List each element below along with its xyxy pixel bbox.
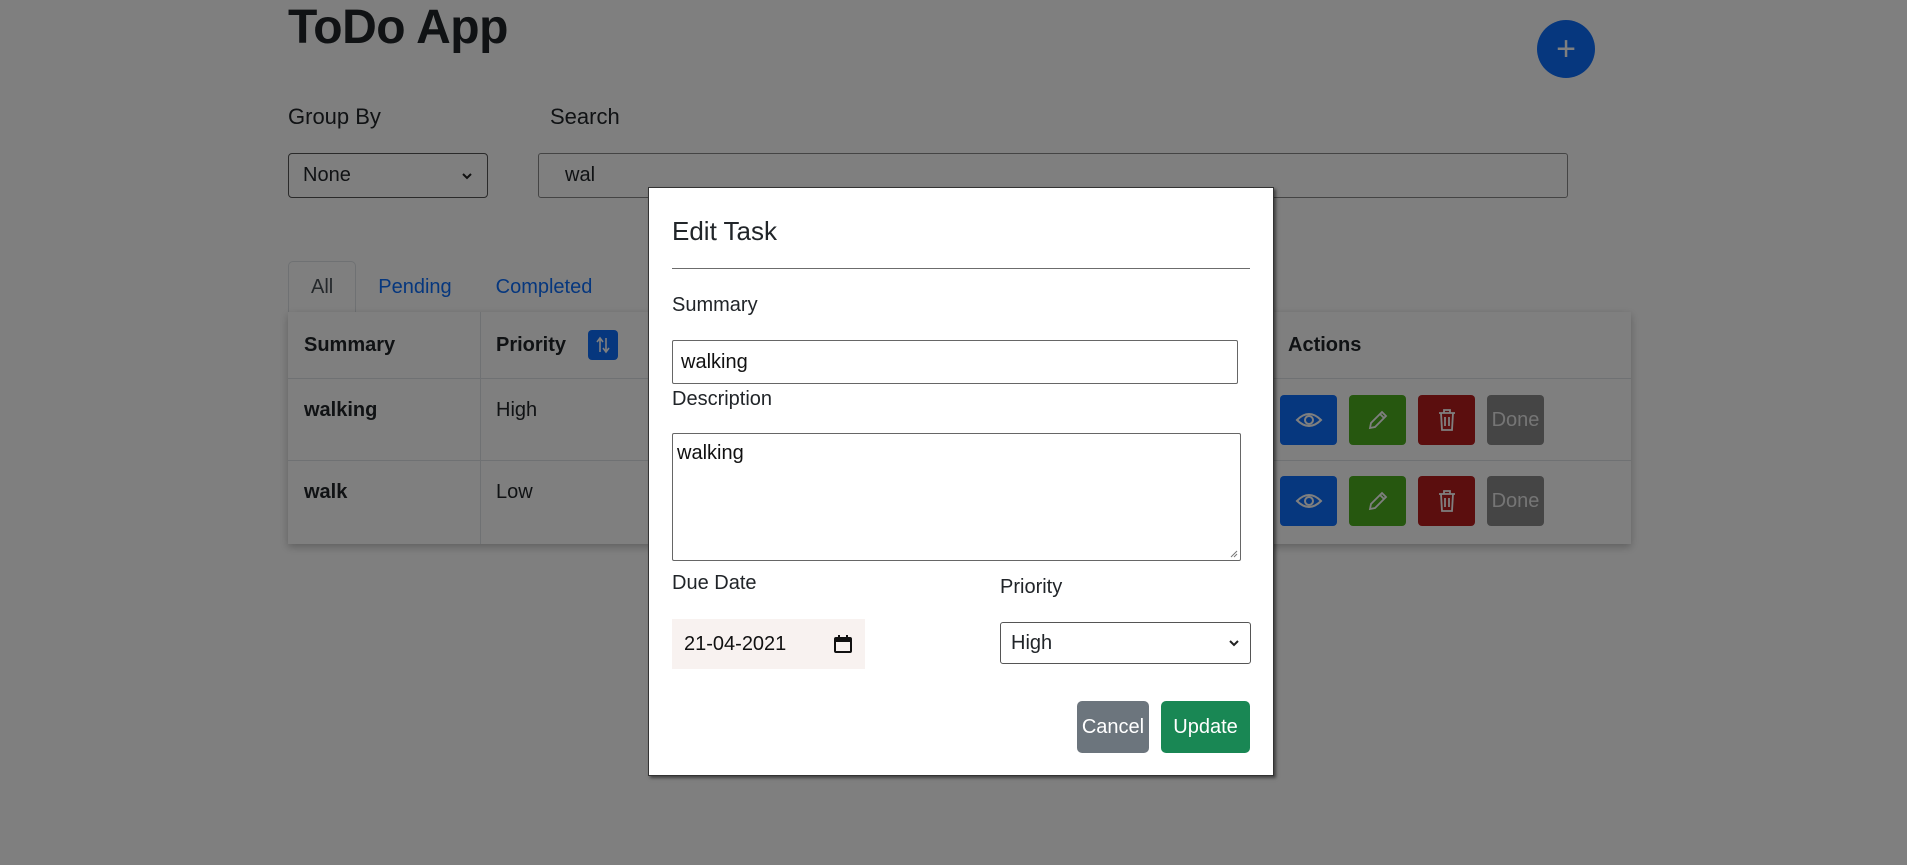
edit-task-modal: Edit Task Summary walking Description wa… xyxy=(648,187,1274,776)
priority-select[interactable]: High xyxy=(1000,622,1251,664)
update-button[interactable]: Update xyxy=(1161,701,1250,753)
description-value: walking xyxy=(677,442,744,464)
summary-input[interactable]: walking xyxy=(672,340,1238,384)
summary-value: walking xyxy=(681,350,748,373)
due-date-value: 21-04-2021 xyxy=(684,632,787,655)
description-label: Description xyxy=(672,388,773,410)
due-date-input[interactable]: 21-04-2021 xyxy=(672,619,865,669)
resize-grip-icon[interactable] xyxy=(1228,548,1238,558)
cancel-button[interactable]: Cancel xyxy=(1077,701,1149,753)
chevron-down-icon xyxy=(1229,640,1239,647)
priority-label: Priority xyxy=(1000,576,1063,598)
description-textarea[interactable]: walking xyxy=(672,433,1241,561)
modal-title: Edit Task xyxy=(672,216,778,246)
summary-label: Summary xyxy=(672,294,758,316)
modal-divider xyxy=(672,268,1250,269)
calendar-icon[interactable] xyxy=(833,634,853,654)
due-date-label: Due Date xyxy=(672,572,757,594)
priority-value: High xyxy=(1011,631,1053,654)
